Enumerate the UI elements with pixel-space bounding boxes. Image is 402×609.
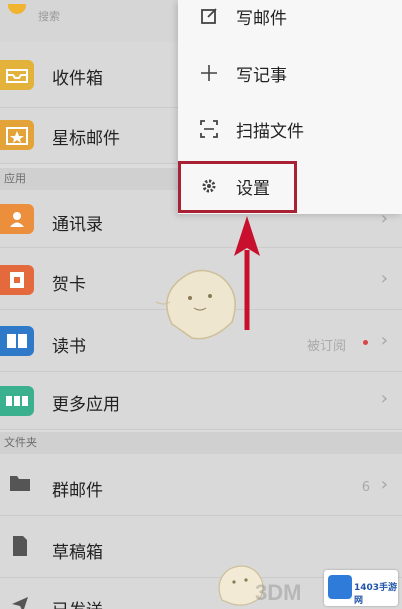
group-mail-label: 群邮件: [52, 481, 103, 501]
folder-group-mail[interactable]: 群邮件 6 ›: [0, 454, 402, 516]
book-icon: [0, 326, 34, 356]
greeting-card-icon: [0, 265, 34, 295]
more-apps-icon: [0, 386, 34, 416]
scan-label: 扫描文件: [236, 122, 304, 142]
scan-icon: [200, 120, 218, 138]
app-more[interactable]: 更多应用 ›: [0, 372, 402, 430]
site-logo-icon: [328, 575, 352, 599]
starred-label: 星标邮件: [52, 129, 120, 149]
site-badge: 1403手游网: [324, 570, 398, 606]
section-folders: 文件夹: [0, 432, 402, 454]
sent-icon: [10, 594, 30, 609]
compose-icon: [200, 7, 218, 25]
settings-highlight-box: [178, 161, 297, 213]
books-label: 读书: [52, 337, 86, 357]
search-placeholder: 搜索: [38, 10, 60, 23]
chevron-right-icon: ›: [380, 474, 388, 495]
books-status: 被订阅: [306, 339, 346, 354]
group-mail-count: 6: [361, 480, 370, 495]
site-watermark: 3DM: [255, 580, 302, 605]
chevron-right-icon: ›: [380, 268, 388, 289]
group-mail-icon: [8, 472, 32, 494]
sent-label: 已发送: [52, 596, 103, 609]
menu-compose[interactable]: 写邮件: [178, 0, 402, 44]
avatar-icon: [8, 4, 26, 14]
plus-icon: [200, 64, 218, 82]
drafts-icon: [10, 534, 30, 558]
write-note-label: 写记事: [236, 66, 287, 86]
unread-dot: [363, 340, 368, 345]
compose-label: 写邮件: [236, 9, 287, 29]
menu-scan[interactable]: 扫描文件: [178, 101, 402, 157]
site-badge-text: 1403手游网: [354, 583, 398, 606]
chevron-right-icon: ›: [380, 330, 388, 351]
contacts-label: 通讯录: [52, 215, 103, 235]
mascot-watermark-icon: [155, 269, 236, 340]
contacts-icon: [0, 204, 34, 234]
inbox-icon: [0, 60, 34, 90]
more-apps-label: 更多应用: [52, 395, 120, 415]
menu-write-note[interactable]: 写记事: [178, 45, 402, 101]
folder-drafts[interactable]: 草稿箱: [0, 516, 402, 578]
greeting-card-label: 贺卡: [52, 275, 86, 295]
star-mail-icon: [0, 120, 34, 150]
mail-app-screen: 搜索 收件箱 星标邮件 应用 通讯录 › 贺卡 › 读书 被订阅 › 更多应用 …: [0, 0, 402, 609]
chevron-right-icon: ›: [380, 388, 388, 409]
inbox-label: 收件箱: [52, 69, 103, 89]
drafts-label: 草稿箱: [52, 543, 103, 563]
